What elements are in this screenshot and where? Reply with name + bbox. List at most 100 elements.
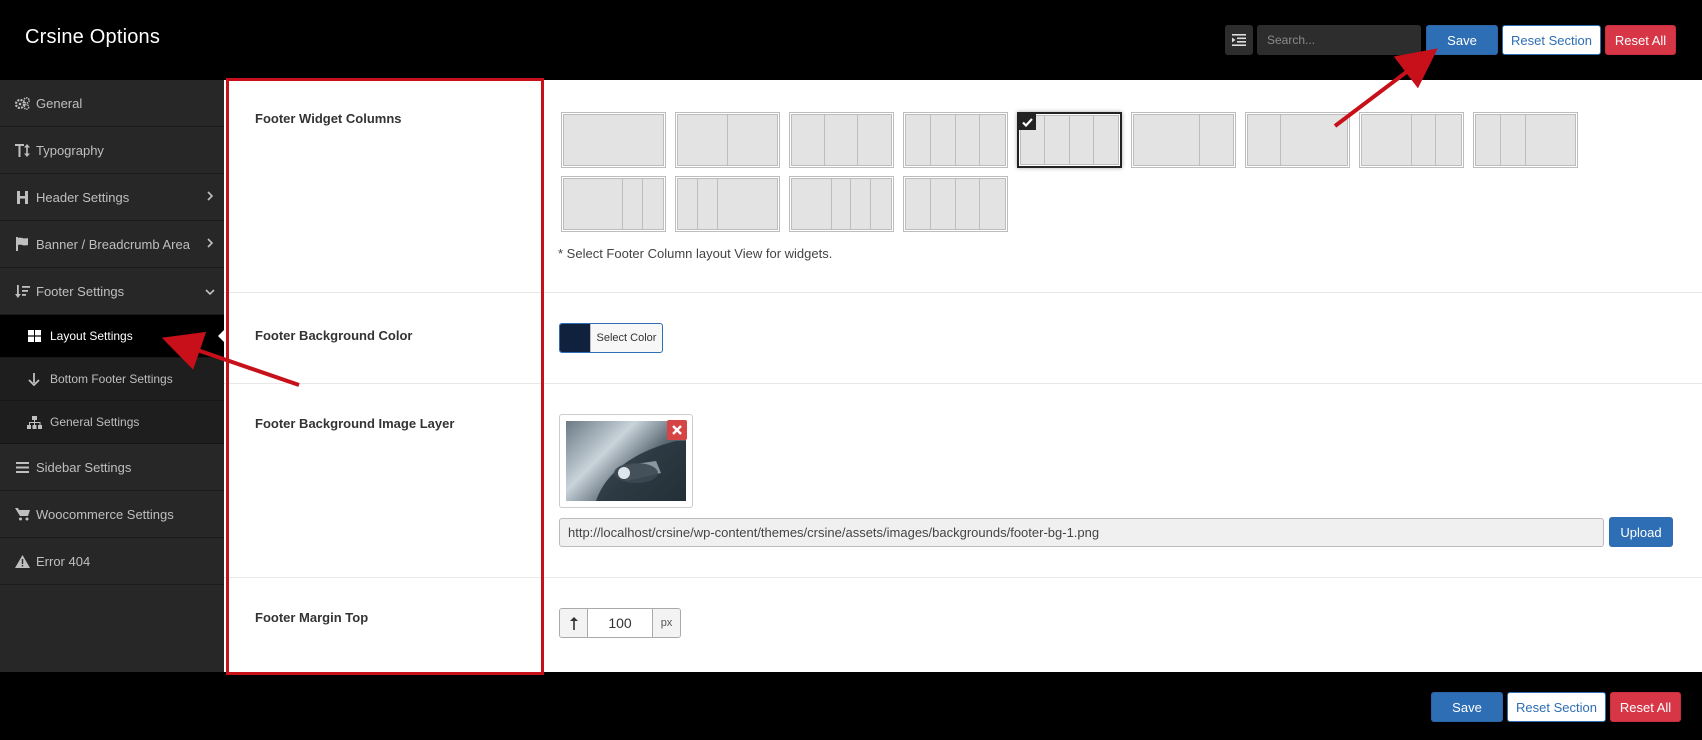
layout-column	[1248, 115, 1281, 165]
layout-option[interactable]	[561, 176, 666, 232]
sidebar-item-footer-settings[interactable]: Footer Settings	[0, 268, 224, 315]
reset-section-button[interactable]: Reset Section	[1502, 25, 1601, 55]
sidebar-item-label: Typography	[36, 142, 104, 158]
layout-option[interactable]	[675, 112, 780, 168]
text-height-icon	[14, 142, 30, 158]
layout-option[interactable]	[1359, 112, 1464, 168]
layout-column	[1045, 116, 1070, 164]
layout-column	[906, 179, 931, 229]
chevron-right-icon	[207, 191, 214, 201]
layout-column	[1436, 115, 1461, 165]
layout-preview	[677, 178, 778, 230]
sidebar-subitem-layout-settings[interactable]: Layout Settings	[0, 315, 224, 358]
sidebar: General Typography Header Settings Banne…	[0, 80, 224, 672]
layout-column	[906, 115, 931, 165]
layout-column	[824, 115, 858, 165]
footer-reset-section-button[interactable]: Reset Section	[1507, 692, 1606, 722]
layout-column	[871, 179, 891, 229]
heading-icon	[14, 189, 30, 205]
sidebar-item-typography[interactable]: Typography	[0, 127, 224, 174]
sidebar-subitem-bottom-footer-settings[interactable]: Bottom Footer Settings	[0, 358, 224, 401]
layout-column	[727, 115, 777, 165]
arrow-up-icon	[560, 609, 588, 637]
layout-preview	[563, 178, 664, 230]
close-icon	[672, 425, 682, 435]
sidebar-item-sidebar-settings[interactable]: Sidebar Settings	[0, 444, 224, 491]
layout-column	[980, 115, 1005, 165]
arrow-down-icon	[26, 371, 42, 387]
layout-column	[717, 179, 777, 229]
save-button[interactable]: Save	[1426, 25, 1498, 55]
chevron-down-icon	[205, 289, 215, 296]
sidebar-item-error-404[interactable]: Error 404	[0, 538, 224, 585]
layout-column	[697, 179, 718, 229]
sidebar-item-woocommerce-settings[interactable]: Woocommerce Settings	[0, 491, 224, 538]
layout-column	[1411, 115, 1437, 165]
top-bar: Crsine Options Save Reset Section Reset …	[0, 0, 1702, 80]
layout-option[interactable]	[1017, 112, 1122, 168]
indent-icon	[1232, 34, 1246, 46]
layout-preview	[791, 178, 892, 230]
expand-toggle-button[interactable]	[1225, 25, 1253, 55]
layout-column	[955, 115, 981, 165]
sidebar-subitem-general-settings[interactable]: General Settings	[0, 401, 224, 444]
layout-option[interactable]	[561, 112, 666, 168]
layout-column	[1525, 115, 1575, 165]
layout-option[interactable]	[903, 112, 1008, 168]
layout-column	[955, 179, 981, 229]
check-icon	[1019, 114, 1036, 130]
layout-column	[1069, 116, 1094, 164]
layout-column	[1093, 116, 1118, 164]
sidebar-item-general[interactable]: General	[0, 80, 224, 127]
sidebar-item-label: Woocommerce Settings	[36, 506, 174, 522]
layout-column	[1476, 115, 1501, 165]
layout-column	[1500, 115, 1526, 165]
sort-icon	[14, 283, 30, 299]
margin-top-input[interactable]	[588, 609, 652, 637]
bars-icon	[14, 459, 30, 475]
layout-preview	[563, 114, 664, 166]
chevron-right-icon	[207, 238, 214, 248]
warning-icon	[14, 553, 30, 569]
sidebar-item-label: Sidebar Settings	[36, 459, 132, 475]
footer-bar: Save Reset Section Reset All	[0, 672, 1702, 740]
remove-image-button[interactable]	[667, 420, 687, 440]
search-input[interactable]	[1257, 25, 1421, 55]
sidebar-subitem-label: Layout Settings	[50, 329, 133, 343]
layout-option[interactable]	[675, 176, 780, 232]
sitemap-icon	[26, 414, 42, 430]
image-url-input[interactable]	[559, 518, 1604, 547]
layout-option[interactable]	[1245, 112, 1350, 168]
footer-reset-all-button[interactable]: Reset All	[1610, 692, 1681, 722]
unit-label: px	[652, 609, 680, 637]
layout-option[interactable]	[789, 112, 894, 168]
layout-column	[623, 179, 644, 229]
layout-column	[980, 179, 1005, 229]
color-picker-button[interactable]: Select Color	[559, 323, 663, 353]
layout-column	[1280, 115, 1347, 165]
layout-column	[678, 179, 698, 229]
layout-column	[792, 179, 832, 229]
layout-preview	[1247, 114, 1348, 166]
layout-option[interactable]	[903, 176, 1008, 232]
layout-preview	[677, 114, 778, 166]
sidebar-item-banner-breadcrumb[interactable]: Banner / Breadcrumb Area	[0, 221, 224, 268]
layout-column	[792, 115, 825, 165]
layout-option[interactable]	[1473, 112, 1578, 168]
sidebar-item-header-settings[interactable]: Header Settings	[0, 174, 224, 221]
layout-column	[1134, 115, 1200, 165]
sidebar-item-label: General	[36, 95, 83, 111]
layout-preview	[791, 114, 892, 166]
gears-icon	[14, 95, 30, 111]
cart-icon	[14, 506, 30, 522]
reset-all-button[interactable]: Reset All	[1605, 25, 1676, 55]
sidebar-subitem-label: General Settings	[50, 415, 140, 429]
margin-top-spinner: px	[559, 608, 681, 638]
layout-option[interactable]	[789, 176, 894, 232]
layout-option[interactable]	[1131, 112, 1236, 168]
footer-save-button[interactable]: Save	[1431, 692, 1503, 722]
field-hint: * Select Footer Column layout View for w…	[558, 246, 833, 261]
layout-column	[1362, 115, 1412, 165]
upload-button[interactable]: Upload	[1609, 517, 1673, 547]
app-title: Crsine Options	[25, 26, 161, 48]
